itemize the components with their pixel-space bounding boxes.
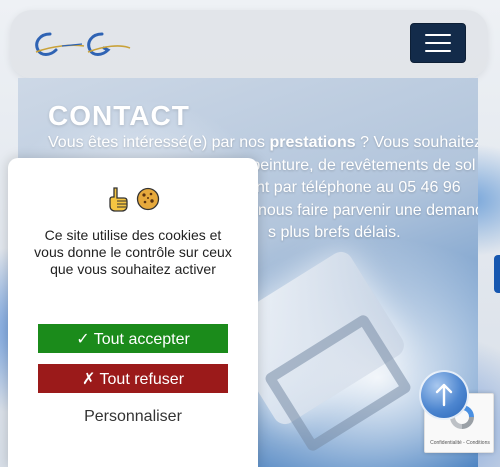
cookie-consent-panel: Ce site utilise des cookies et vous donn… xyxy=(8,158,258,467)
cookie-icon xyxy=(136,187,160,211)
cookie-icons xyxy=(8,186,258,212)
accept-all-button[interactable]: ✓ Tout accepter xyxy=(38,324,228,353)
brand-logo[interactable] xyxy=(32,28,132,64)
recaptcha-links[interactable]: Confidentialité - Conditions xyxy=(425,440,495,446)
cookie-message: Ce site utilise des cookies et vous donn… xyxy=(34,227,232,277)
page-title: CONTACT xyxy=(48,100,190,131)
pointing-hand-icon xyxy=(109,187,128,212)
side-tab[interactable] xyxy=(494,255,500,293)
scroll-to-top-button[interactable] xyxy=(419,370,469,420)
site-header xyxy=(10,10,488,78)
refuse-all-button[interactable]: ✗ Tout refuser xyxy=(38,364,228,393)
prestations-link: prestations xyxy=(269,134,356,151)
hamburger-icon xyxy=(425,34,451,36)
arrow-up-icon xyxy=(435,383,453,407)
hero-line-1: Vous êtes intéressé(e) par nos prestatio… xyxy=(48,134,478,151)
menu-button[interactable] xyxy=(410,23,466,63)
customize-button[interactable]: Personnaliser xyxy=(38,406,228,428)
